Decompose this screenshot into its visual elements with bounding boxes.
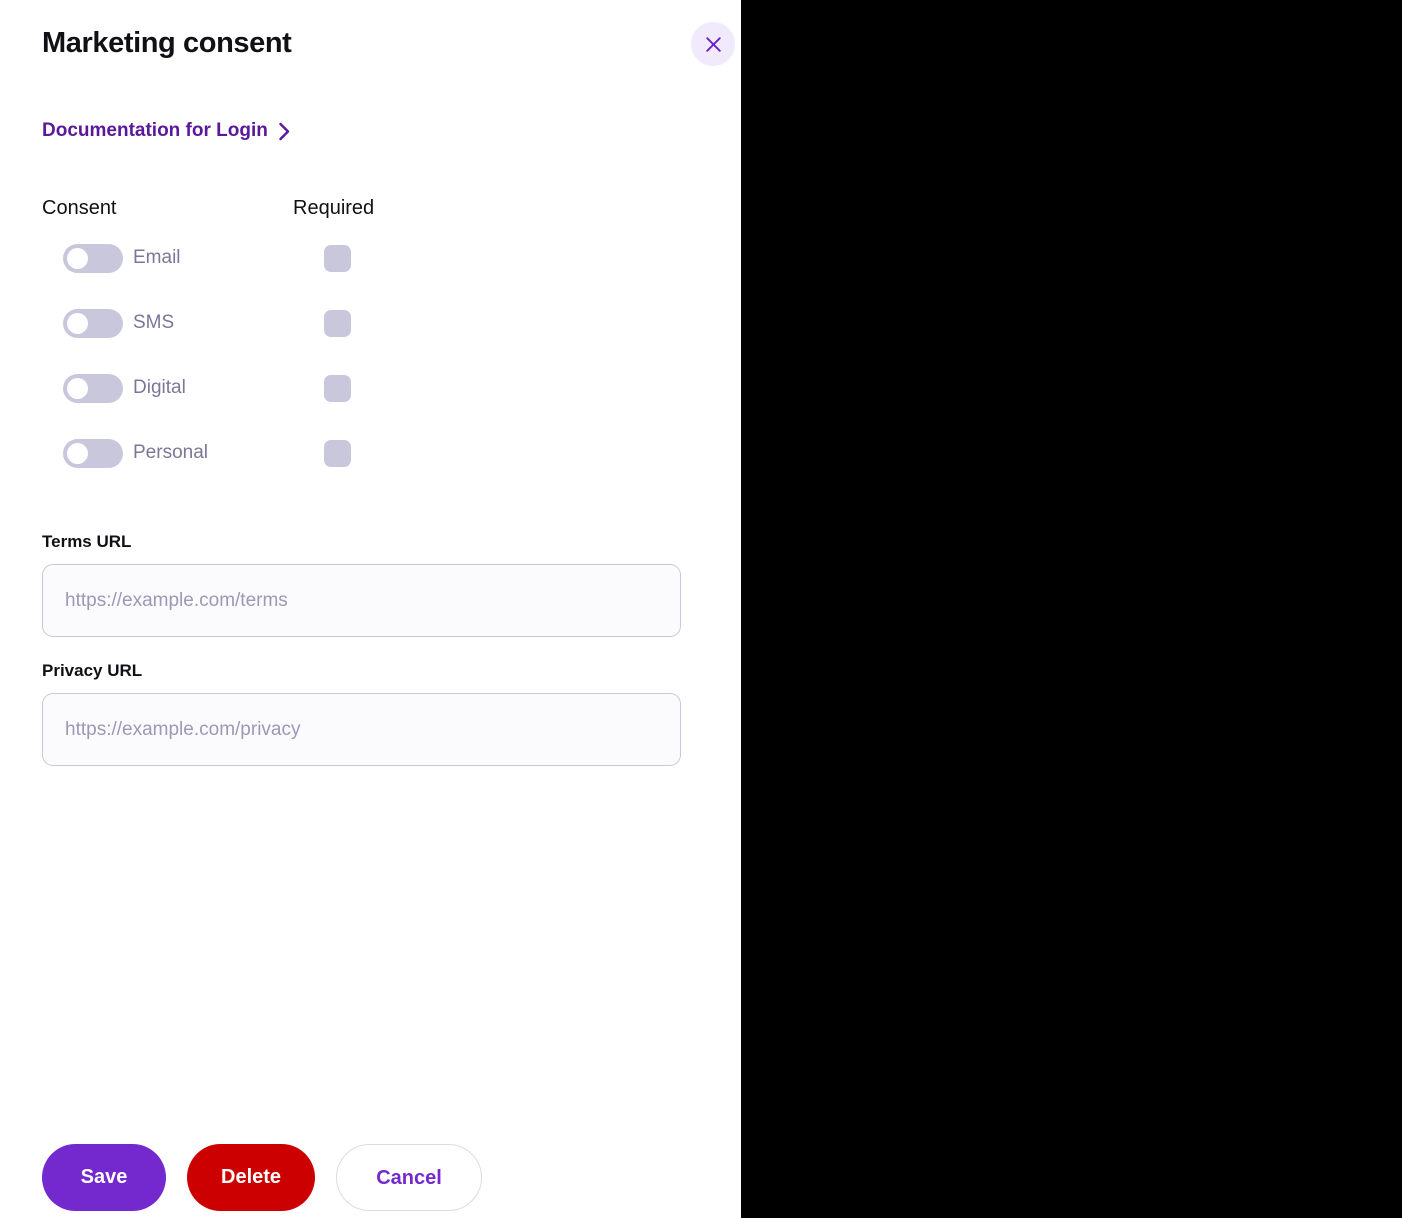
drawer-header: Marketing consent (0, 0, 741, 92)
page-title: Marketing consent (42, 27, 292, 59)
required-checkbox-personal[interactable] (324, 440, 351, 467)
consent-row-digital: Digital (0, 364, 741, 429)
documentation-link-label: Documentation for Login (42, 120, 268, 141)
column-header-required: Required (293, 197, 375, 219)
close-button[interactable] (691, 22, 735, 66)
consent-label-personal: Personal (133, 442, 208, 463)
screen-root: Marketing consent Documentation for Logi… (0, 0, 1402, 1218)
privacy-url-label: Privacy URL (42, 661, 143, 680)
privacy-url-field: Privacy URL (0, 659, 741, 766)
consent-label-digital: Digital (133, 377, 186, 398)
required-checkbox-email[interactable] (324, 245, 351, 272)
delete-button[interactable]: Delete (187, 1144, 316, 1211)
consent-section: Consent Required Email SMS Digital Perso… (0, 194, 741, 494)
consent-toggle-digital[interactable] (63, 374, 123, 403)
consent-label-sms: SMS (133, 312, 175, 333)
cancel-button[interactable]: Cancel (336, 1144, 483, 1211)
consent-toggle-sms[interactable] (63, 309, 123, 338)
url-fields-section: Terms URL Privacy URL (0, 530, 741, 766)
column-header-consent: Consent (42, 197, 117, 219)
consent-toggle-email[interactable] (63, 244, 123, 273)
chevron-right-icon (278, 122, 291, 141)
consent-table-header: Consent Required (0, 194, 741, 228)
privacy-url-input[interactable] (42, 693, 681, 766)
toggle-knob-icon (67, 443, 88, 464)
save-button[interactable]: Save (42, 1144, 166, 1211)
close-icon (704, 35, 723, 54)
terms-url-label: Terms URL (42, 532, 132, 551)
consent-rows: Email SMS Digital Personal (0, 234, 741, 494)
backdrop-overlay[interactable] (741, 0, 1402, 1218)
marketing-consent-drawer: Marketing consent Documentation for Logi… (0, 0, 741, 1218)
required-checkbox-sms[interactable] (324, 310, 351, 337)
consent-row-sms: SMS (0, 299, 741, 364)
drawer-footer-actions: Save Delete Cancel (42, 1144, 483, 1211)
consent-toggle-personal[interactable] (63, 439, 123, 468)
toggle-knob-icon (67, 378, 88, 399)
terms-url-input[interactable] (42, 564, 681, 637)
toggle-knob-icon (67, 313, 88, 334)
required-checkbox-digital[interactable] (324, 375, 351, 402)
toggle-knob-icon (67, 248, 88, 269)
consent-row-personal: Personal (0, 429, 741, 494)
documentation-link[interactable]: Documentation for Login (42, 118, 291, 144)
consent-row-email: Email (0, 234, 741, 299)
terms-url-field: Terms URL (0, 530, 741, 637)
consent-label-email: Email (133, 247, 181, 268)
